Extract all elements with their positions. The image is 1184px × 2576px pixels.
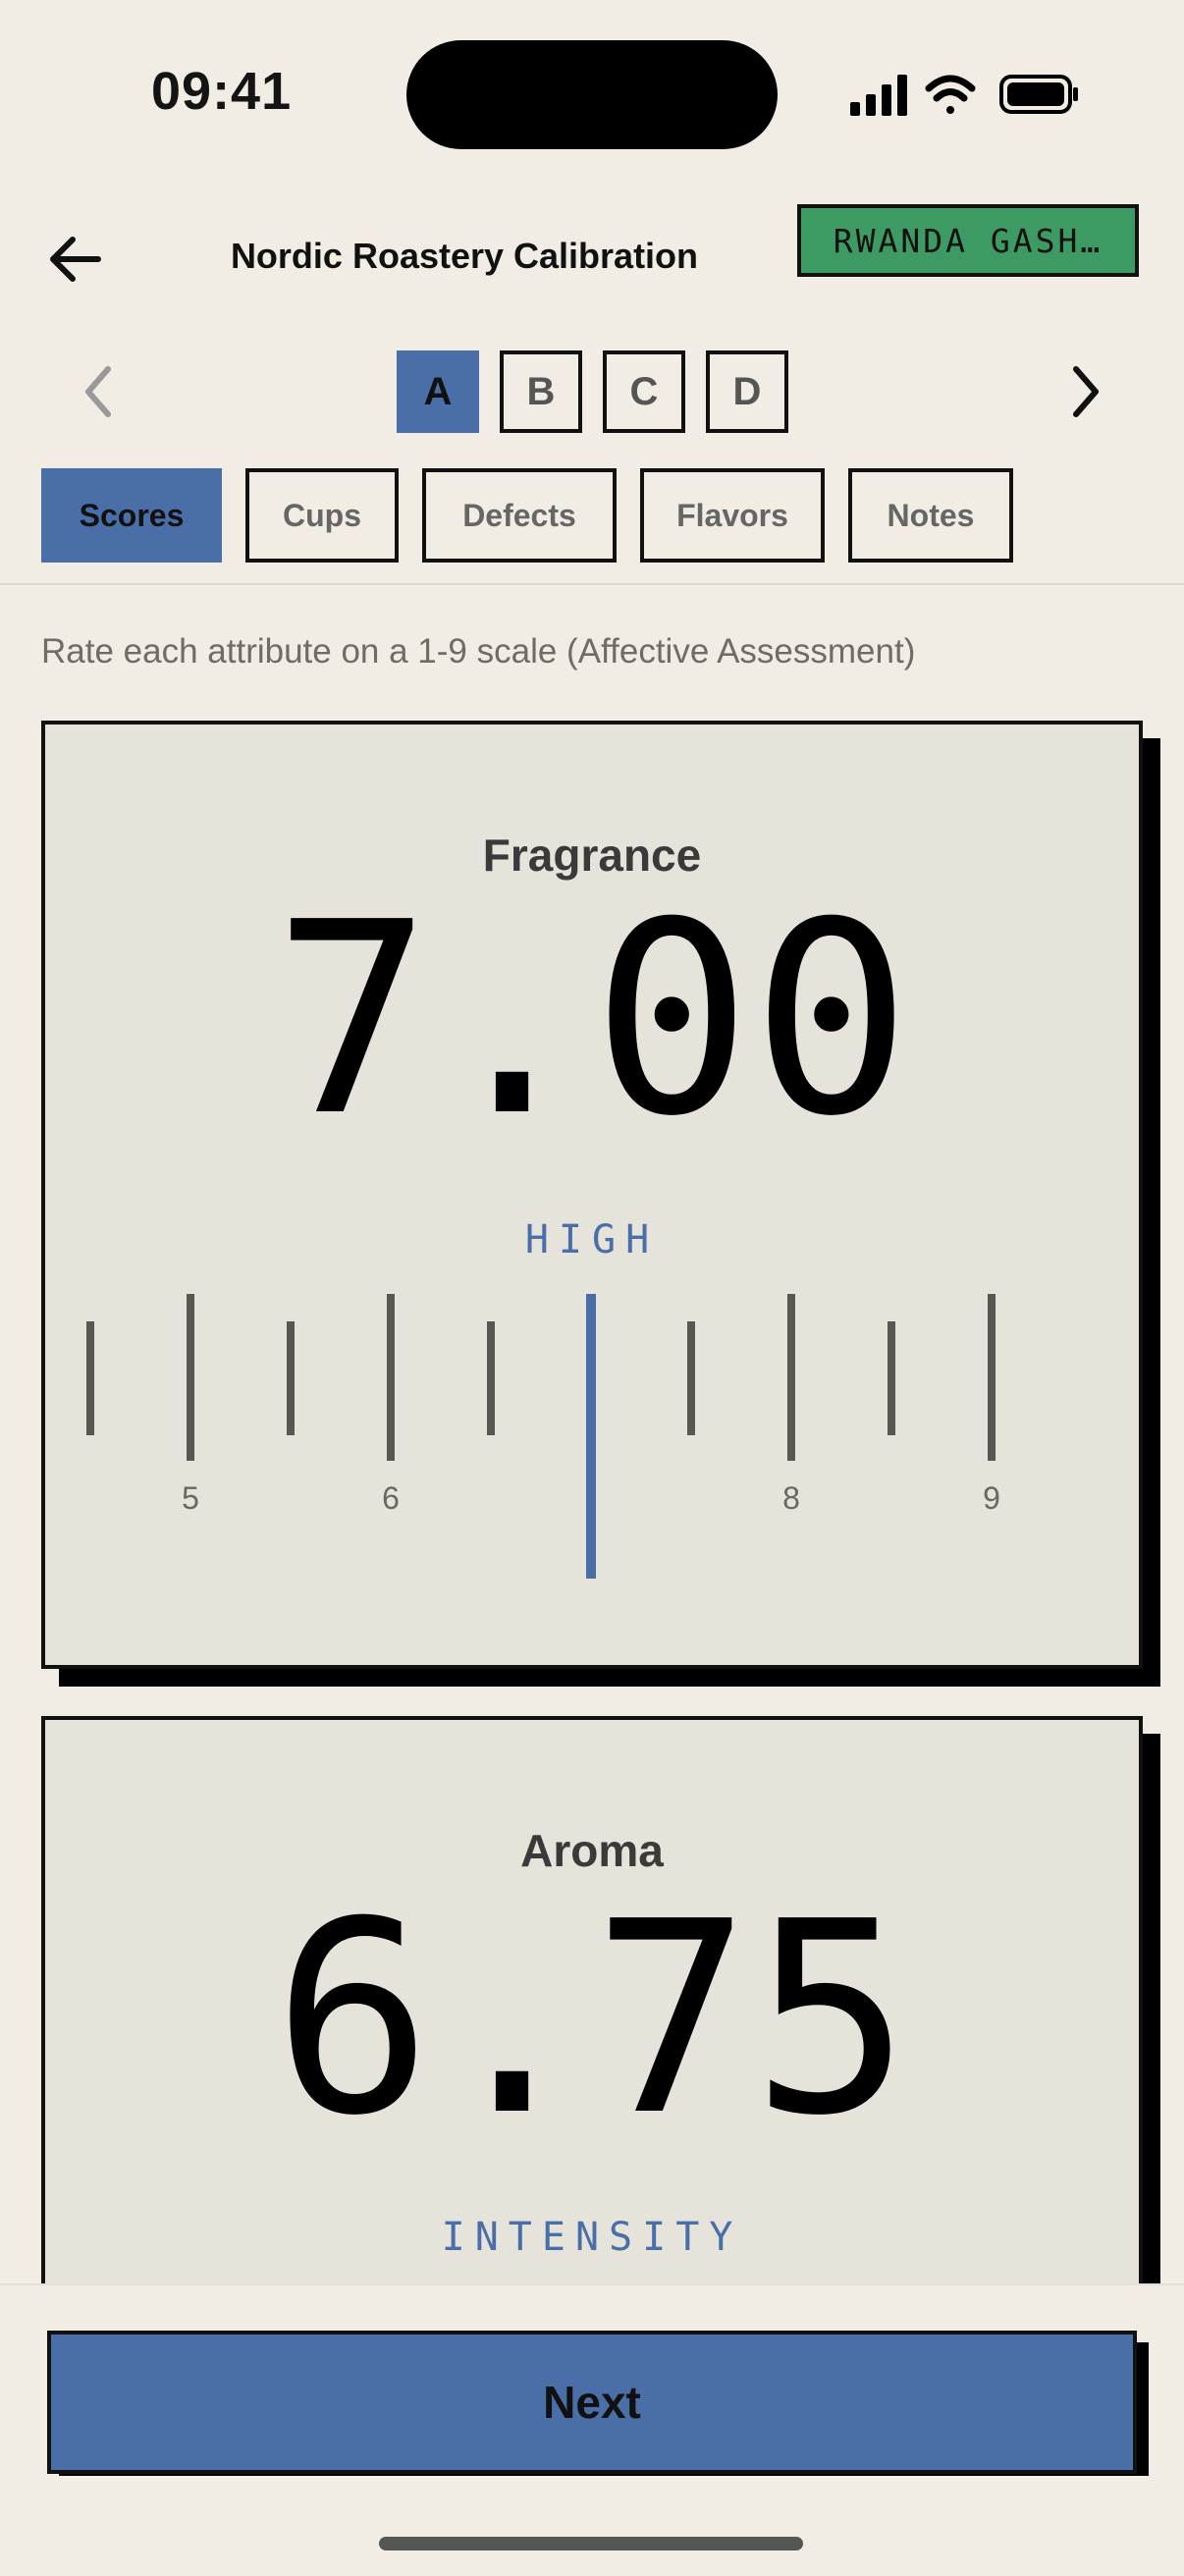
slider-tick-label: 5	[182, 1480, 199, 1516]
tabs-divider	[0, 583, 1184, 585]
coffee-badge[interactable]: RWANDA GASH…	[797, 204, 1139, 277]
attribute-card-fragrance: Fragrance 7.00 HIGH 5689	[41, 721, 1143, 1669]
slider-tick	[787, 1294, 795, 1461]
sample-d-button[interactable]: D	[706, 350, 788, 433]
tab-flavors[interactable]: Flavors	[640, 468, 825, 563]
status-icons	[850, 75, 1078, 116]
sample-a-button[interactable]: A	[397, 350, 479, 433]
back-arrow-icon[interactable]	[43, 226, 110, 293]
instructions-text: Rate each attribute on a 1-9 scale (Affe…	[41, 632, 916, 671]
slider-tick	[287, 1321, 295, 1435]
wifi-icon	[925, 75, 976, 114]
chevron-left-icon[interactable]	[67, 355, 130, 428]
slider-tick	[687, 1321, 695, 1435]
slider-tick	[387, 1294, 395, 1461]
tab-scores[interactable]: Scores	[41, 468, 222, 563]
slider-tick-label: 9	[983, 1480, 1000, 1516]
attribute-score: 7.00	[272, 865, 912, 1174]
attribute-level: INTENSITY	[441, 2215, 743, 2260]
attribute-level: HIGH	[524, 1217, 660, 1262]
signal-icon	[850, 75, 907, 116]
page-title: Nordic Roastery Calibration	[230, 236, 699, 276]
status-time: 09:41	[151, 62, 293, 121]
slider-tick	[888, 1321, 895, 1435]
slider-tick	[187, 1294, 194, 1461]
slider-tick	[86, 1321, 94, 1435]
tab-defects[interactable]: Defects	[422, 468, 617, 563]
slider-tick-label: 6	[382, 1480, 400, 1516]
dynamic-island	[406, 40, 778, 149]
score-slider[interactable]: 5 6 8 9	[45, 1294, 1139, 1588]
tab-cups[interactable]: Cups	[245, 468, 399, 563]
next-button[interactable]: Next	[47, 2331, 1137, 2474]
sample-b-button[interactable]: B	[500, 350, 582, 433]
tab-notes[interactable]: Notes	[848, 468, 1013, 563]
slider-tick	[988, 1294, 996, 1461]
chevron-right-icon[interactable]	[1054, 355, 1117, 428]
home-indicator	[379, 2537, 803, 2550]
slider-tick	[487, 1321, 495, 1435]
attribute-card-aroma: Aroma 6.75 INTENSITY	[41, 1716, 1143, 2325]
battery-icon	[999, 75, 1078, 114]
sample-c-button[interactable]: C	[603, 350, 685, 433]
slider-tick-label: 8	[782, 1480, 800, 1516]
attribute-score: 6.75	[272, 1864, 912, 2174]
slider-value-indicator[interactable]	[586, 1294, 596, 1579]
